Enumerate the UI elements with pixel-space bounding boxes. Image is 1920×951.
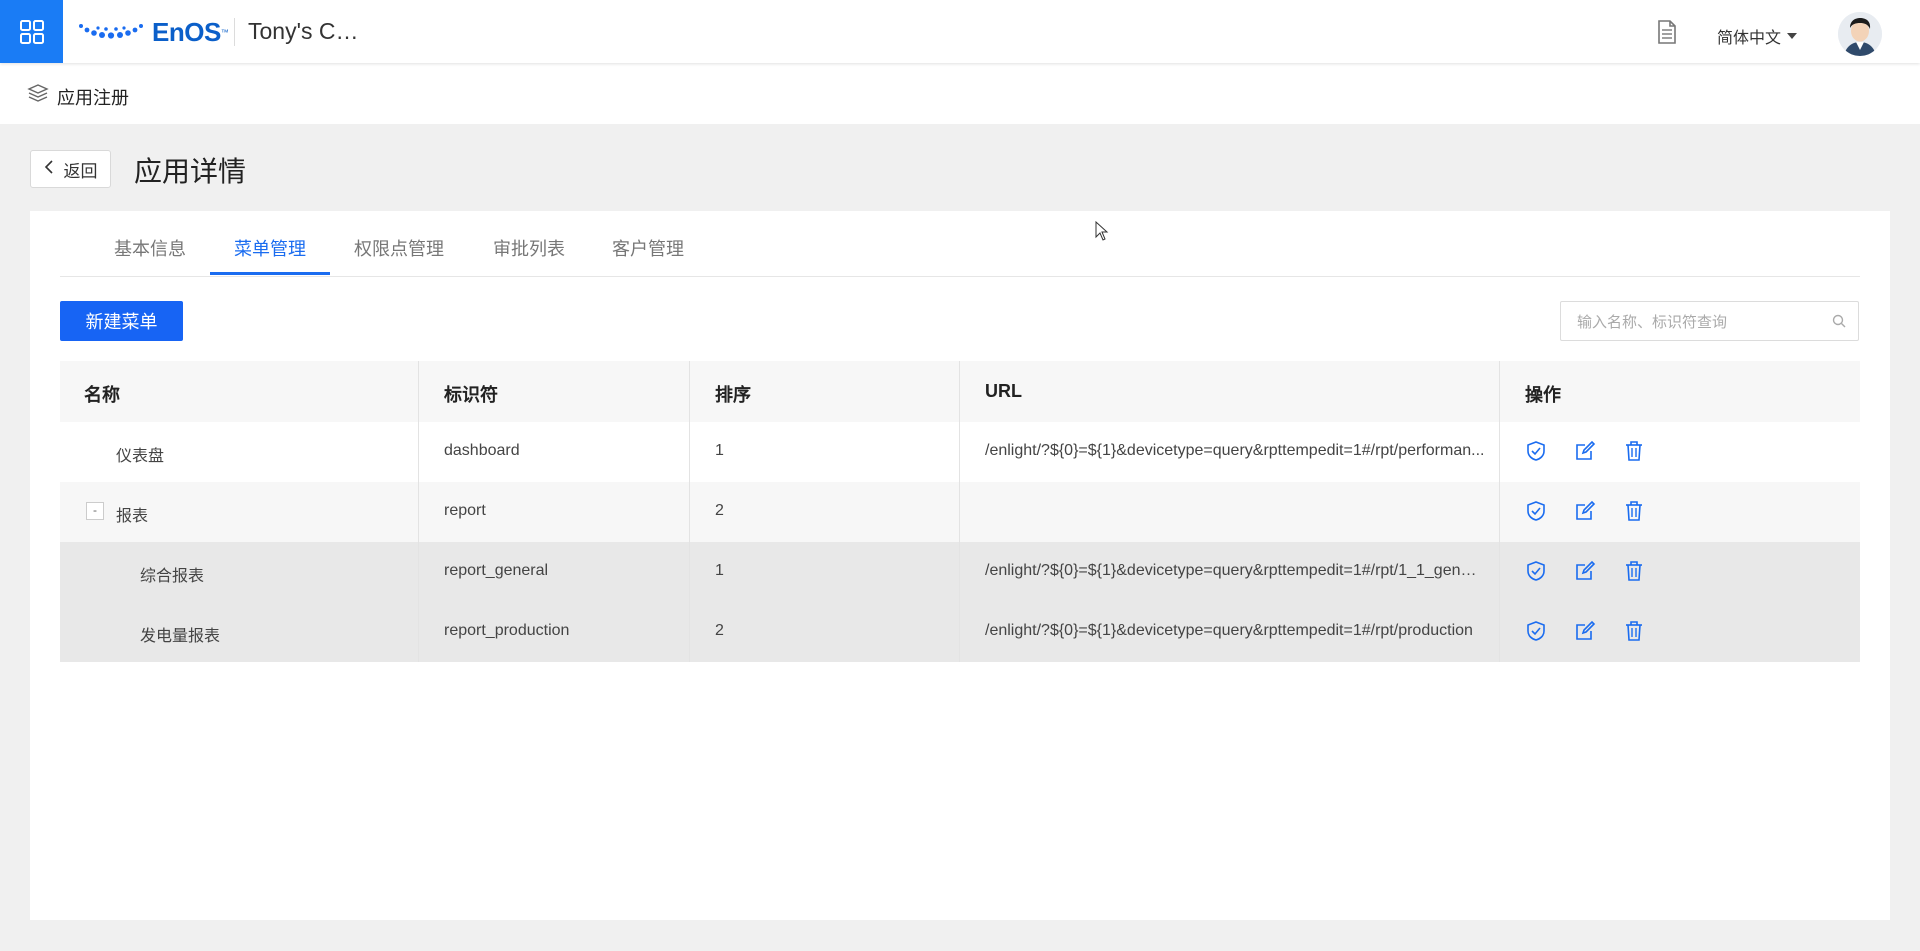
table-header: 名称 标识符 排序 URL 操作 [60,361,1860,422]
column-divider [689,422,690,482]
column-divider [1499,361,1500,422]
document-icon[interactable] [1655,19,1679,50]
edit-icon[interactable] [1574,440,1596,467]
active-tab-indicator [210,272,330,275]
shield-check-icon[interactable] [1525,500,1547,527]
chevron-left-icon [44,159,54,179]
column-divider [959,602,960,662]
tab-bar: 基本信息 菜单管理 权限点管理 审批列表 客户管理 [60,211,1860,277]
enos-dots-icon [79,24,143,39]
search-icon[interactable] [1832,314,1846,333]
breadcrumb-bar: 应用注册 [0,63,1920,124]
caret-down-icon [1787,33,1798,39]
row-name: 发电量报表 [140,628,221,645]
tab-customer-management[interactable]: 客户管理 [612,235,684,261]
column-header-actions: 操作 [1525,385,1561,405]
column-divider [959,542,960,602]
language-selector[interactable]: 简体中文 [1717,24,1798,48]
trash-icon[interactable] [1623,620,1645,647]
logo-text: EnOS [152,16,221,47]
tab-menu-management[interactable]: 菜单管理 [234,235,306,261]
column-divider [689,482,690,542]
app-title: Tony's C… [248,18,359,44]
edit-icon[interactable] [1574,620,1596,647]
column-header-order: 排序 [715,385,751,405]
row-name: 仪表盘 [116,448,165,465]
new-menu-button[interactable]: 新建菜单 [60,301,183,341]
column-divider [418,482,419,542]
row-order: 2 [715,622,724,639]
column-divider [418,542,419,602]
trash-icon[interactable] [1623,560,1645,587]
language-label: 简体中文 [1717,30,1782,47]
top-bar: EnOS ™ Tony's C… 简体中文 [0,0,1920,63]
search-input[interactable] [1575,302,1829,342]
breadcrumb[interactable]: 应用注册 [57,84,129,110]
column-divider [689,361,690,422]
column-divider [959,482,960,542]
row-url: /enlight/?${0}=${1}&devicetype=query&rpt… [985,562,1485,579]
trash-icon[interactable] [1623,500,1645,527]
row-name: 综合报表 [140,568,205,585]
trash-icon[interactable] [1623,440,1645,467]
tab-approval-list[interactable]: 审批列表 [493,235,565,261]
column-divider [959,422,960,482]
column-divider [1499,482,1500,542]
mouse-cursor-icon [1095,220,1109,246]
shield-check-icon[interactable] [1525,440,1547,467]
header-divider [234,18,235,46]
avatar-image [1838,12,1882,56]
table-row[interactable]: 综合报表 report_general 1 /enlight/?${0}=${1… [60,542,1860,602]
table-row[interactable]: 仪表盘 dashboard 1 /enlight/?${0}=${1}&devi… [60,422,1860,482]
row-url: /enlight/?${0}=${1}&devicetype=query&rpt… [985,442,1485,459]
tab-basic-info[interactable]: 基本信息 [114,235,186,261]
column-divider [1499,602,1500,662]
column-divider [418,602,419,662]
table-row[interactable]: 发电量报表 report_production 2 /enlight/?${0}… [60,602,1860,662]
column-divider [689,542,690,602]
layers-icon [27,83,49,110]
column-header-identifier: 标识符 [444,385,498,405]
row-order: 1 [715,442,724,459]
collapse-toggle[interactable]: - [86,502,104,520]
tab-permission-management[interactable]: 权限点管理 [354,235,444,261]
page-title: 应用详情 [134,156,247,187]
row-order: 1 [715,562,724,579]
row-identifier: report [444,502,486,519]
user-avatar[interactable] [1838,12,1882,56]
row-identifier: report_general [444,562,549,579]
menu-table: 名称 标识符 排序 URL 操作 仪表盘 dashboard 1 /enligh… [60,361,1860,662]
edit-icon[interactable] [1574,500,1596,527]
column-divider [689,602,690,662]
row-identifier: dashboard [444,442,520,459]
row-order: 2 [715,502,724,519]
row-url: /enlight/?${0}=${1}&devicetype=query&rpt… [985,622,1473,639]
column-divider [959,361,960,422]
row-name: 报表 [116,508,149,525]
row-identifier: report_production [444,622,570,639]
back-button[interactable]: 返回 [30,150,111,188]
shield-check-icon[interactable] [1525,620,1547,647]
main-card: 基本信息 菜单管理 权限点管理 审批列表 客户管理 新建菜单 名称 标识符 排序… [30,211,1890,920]
back-label: 返回 [63,161,98,181]
column-header-url: URL [985,381,1022,401]
shield-check-icon[interactable] [1525,560,1547,587]
grid-icon [19,19,44,44]
column-divider [418,422,419,482]
column-header-name: 名称 [84,385,120,405]
enos-logo[interactable]: EnOS ™ [78,14,229,50]
table-row[interactable]: - 报表 report 2 [60,482,1860,542]
edit-icon[interactable] [1574,560,1596,587]
search-box [1560,301,1859,342]
column-divider [1499,422,1500,482]
app-launcher-button[interactable] [0,0,63,63]
logo-trademark: ™ [220,27,229,37]
column-divider [1499,542,1500,602]
column-divider [418,361,419,422]
